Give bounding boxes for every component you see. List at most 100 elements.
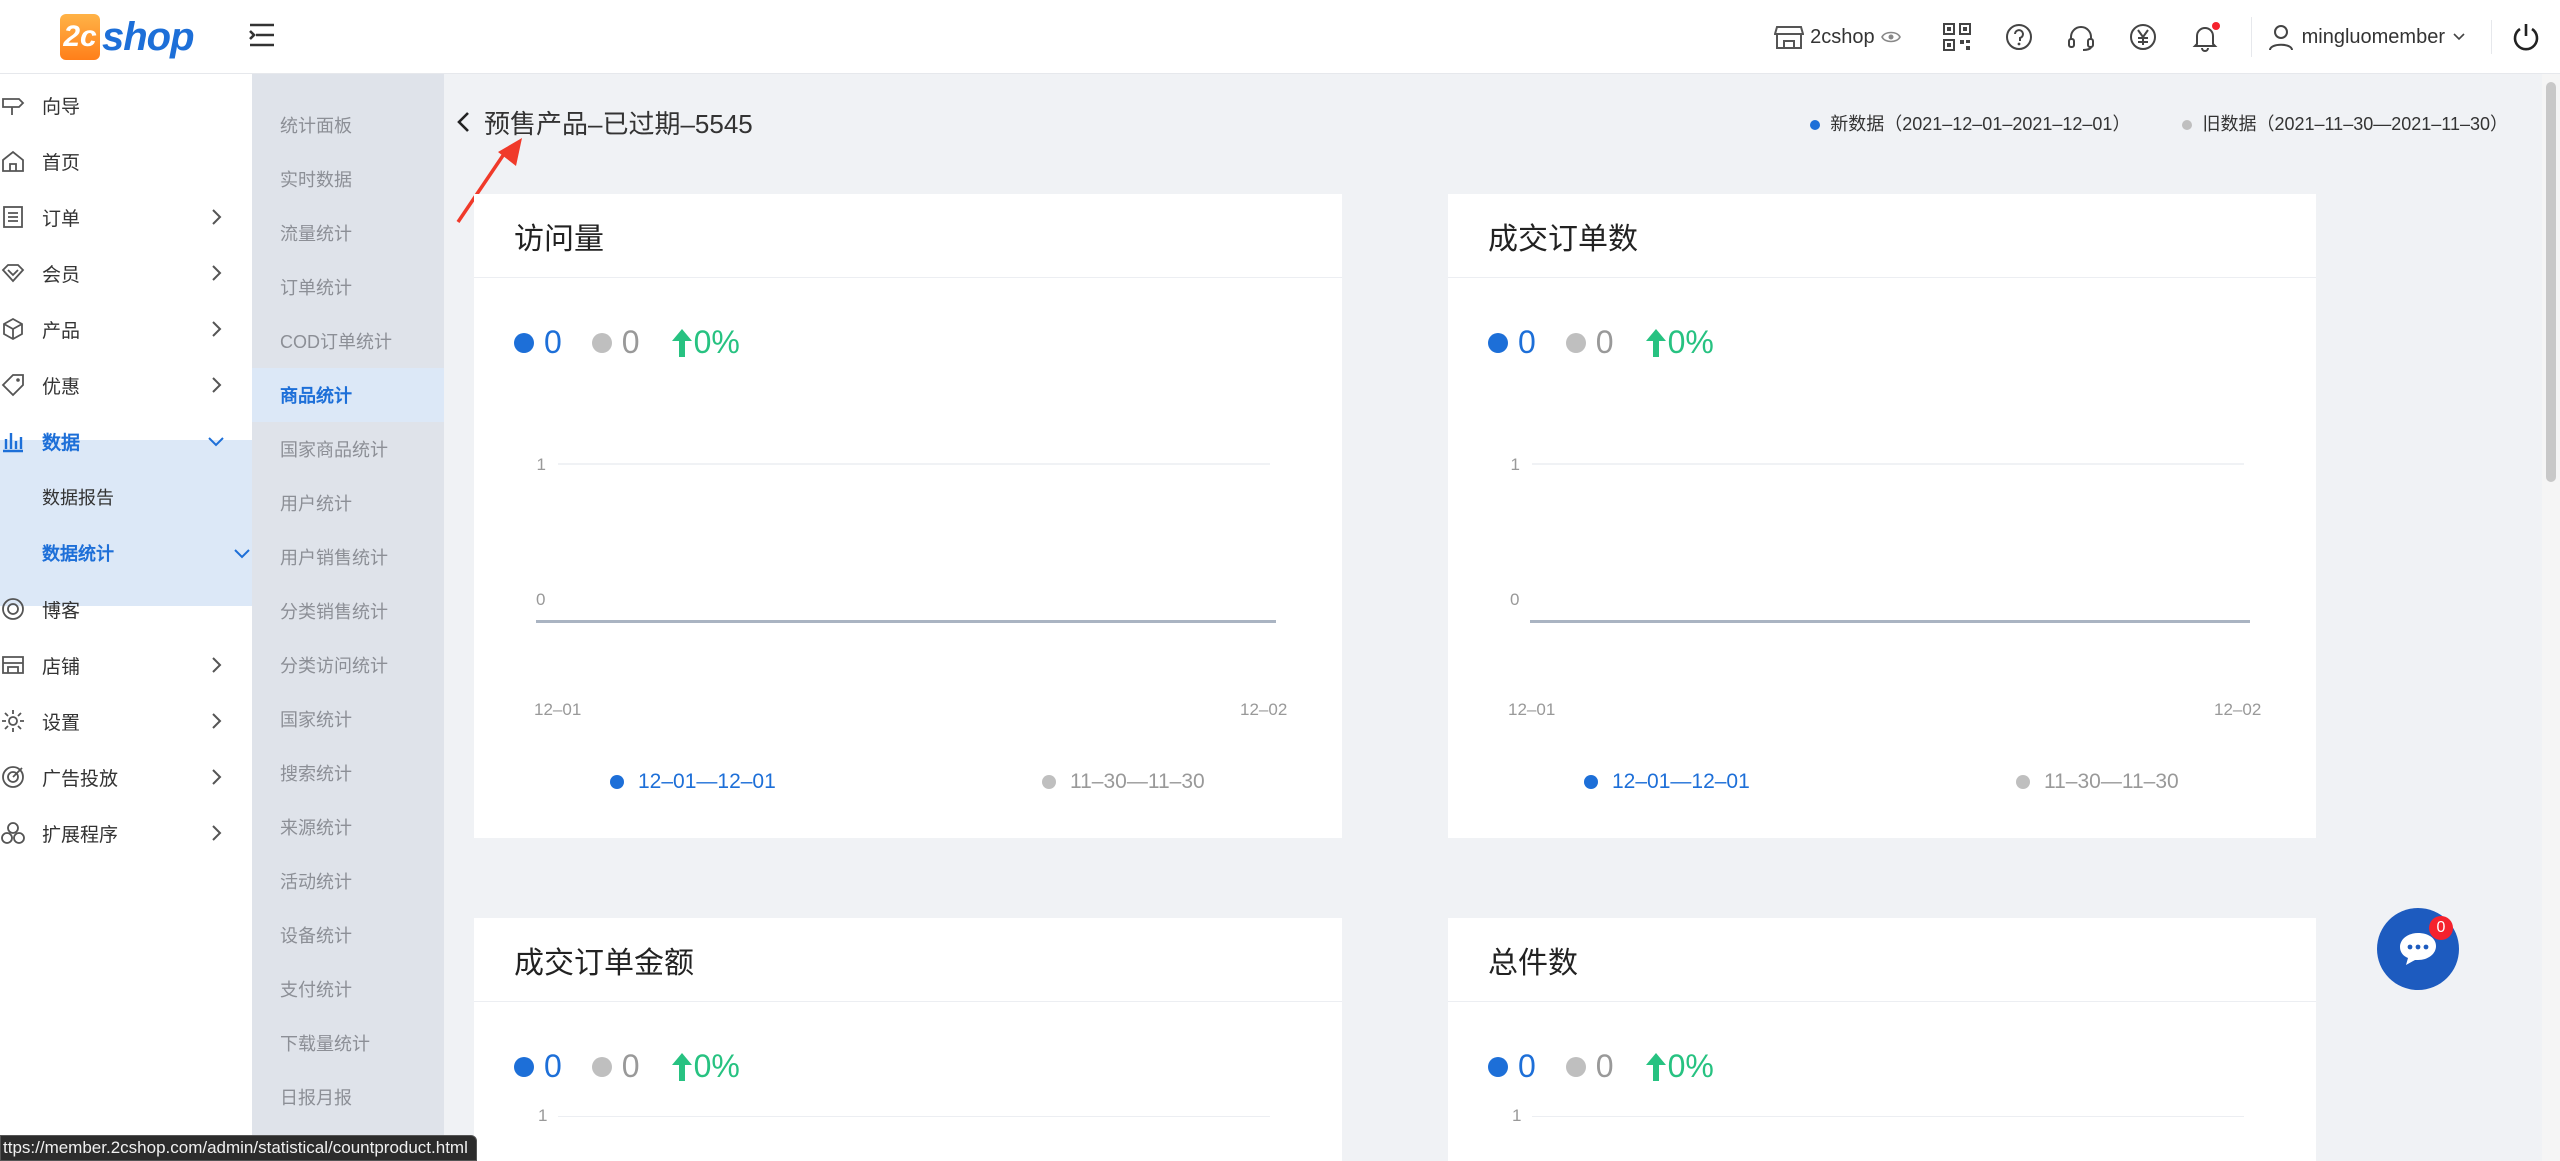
visits-card: 访问量 0 0 0% 1 0 12–01 12–02 12–01—12–01 1… xyxy=(474,194,1342,838)
sidebar-item-ads[interactable]: 广告投放 xyxy=(0,749,252,805)
sidebar-subitem-data-report[interactable]: 数据报告 xyxy=(42,469,114,525)
sidebar-item-home[interactable]: 首页 xyxy=(0,133,252,189)
chevron-down-icon xyxy=(2453,33,2465,41)
sidebar-item-orders[interactable]: 订单 xyxy=(0,189,252,245)
subnav-item[interactable]: 统计面板 xyxy=(252,98,444,152)
user-name: mingluomember xyxy=(2301,25,2445,48)
y-tick-top: 1 xyxy=(538,1106,548,1125)
user-menu[interactable]: mingluomember xyxy=(2250,17,2465,57)
y-tick-top: 1 xyxy=(1511,455,1520,474)
subnav-item[interactable]: 支付统计 xyxy=(252,962,444,1016)
page-title: 预售产品–已过期–5545 xyxy=(484,109,753,139)
new-dot xyxy=(514,1056,534,1077)
subnav-item[interactable]: 用户统计 xyxy=(252,476,444,530)
sidebar-item-label: 向导 xyxy=(42,96,81,118)
visits-line-chart: 1 xyxy=(537,455,1270,474)
y-tick-bottom: 0 xyxy=(1510,590,1520,609)
subnav-item[interactable]: 实时数据 xyxy=(252,152,444,206)
subnav-item[interactable]: 活动统计 xyxy=(252,854,444,908)
subnav-item[interactable]: 订单统计 xyxy=(252,260,444,314)
sidebar-item-label: 订单 xyxy=(42,208,81,230)
top-bar: 2c shop 2cshop mingluomember xyxy=(0,0,2560,74)
new-dot xyxy=(1488,1056,1508,1077)
sub-sidebar: 统计面板 实时数据 流量统计 订单统计 COD订单统计 商品统计 国家商品统计 … xyxy=(252,74,444,1161)
legend-old-data: 旧数据（2021–11–30—2021–11–30） xyxy=(2182,110,2508,136)
scrollbar-thumb[interactable] xyxy=(2546,82,2556,482)
sidebar-item-label: 会员 xyxy=(42,264,81,286)
legend-dot xyxy=(610,775,624,789)
store-icon xyxy=(1774,26,1805,49)
eye-icon[interactable] xyxy=(1880,30,1901,44)
sidebar-item-settings[interactable]: 设置 xyxy=(0,693,252,749)
chevron-right-icon xyxy=(212,825,222,841)
subnav-item[interactable]: 分类访问统计 xyxy=(252,638,444,692)
sidebar-item-members[interactable]: 会员 xyxy=(0,245,252,301)
main-content: 预售产品–已过期–5545 新数据（2021–12–01–2021–12–01）… xyxy=(444,74,2520,1161)
sidebar-item-blog[interactable]: 博客 xyxy=(0,581,252,637)
new-value: 0 xyxy=(544,1048,562,1084)
help-icon[interactable] xyxy=(2003,21,2035,53)
subnav-item[interactable]: 设备统计 xyxy=(252,908,444,962)
gear-icon xyxy=(0,708,26,734)
change-value: 0% xyxy=(1667,1048,1714,1084)
arrow-up-icon xyxy=(671,328,692,357)
target-icon xyxy=(0,764,26,790)
subnav-item[interactable]: 下载量统计 xyxy=(252,1016,444,1070)
shop-icon xyxy=(0,652,26,678)
chart-legend-old[interactable]: 11–30—11–30 xyxy=(2016,770,2179,794)
qrcode-icon[interactable] xyxy=(1941,21,1973,53)
subnav-item[interactable]: 用户销售统计 xyxy=(252,530,444,584)
sidebar-item-label: 优惠 xyxy=(42,376,81,398)
chart-legend-old[interactable]: 11–30—11–30 xyxy=(1042,770,1205,794)
orders-line-chart: 1 xyxy=(1511,455,2244,474)
subnav-item[interactable]: 来源统计 xyxy=(252,800,444,854)
chart-legend-new[interactable]: 12–01—12–01 xyxy=(610,770,776,794)
sidebar-item-guide[interactable]: 向导 xyxy=(0,77,252,133)
change-percent: 0% xyxy=(670,324,740,361)
subnav-item[interactable]: 国家商品统计 xyxy=(252,422,444,476)
sidebar-item-shop[interactable]: 店铺 xyxy=(0,637,252,693)
arrow-up-icon xyxy=(1645,328,1666,357)
chart-legend-new[interactable]: 12–01—12–01 xyxy=(1584,770,1750,794)
subnav-item[interactable]: 国家统计 xyxy=(252,692,444,746)
bell-icon[interactable] xyxy=(2189,21,2221,53)
tag-icon xyxy=(0,372,26,398)
sidebar-item-label: 广告投放 xyxy=(42,768,119,790)
subnav-item[interactable]: 日报月报 xyxy=(252,1070,444,1124)
shop-switcher[interactable]: 2cshop xyxy=(1774,23,1901,51)
sidebar-item-products[interactable]: 产品 xyxy=(0,301,252,357)
new-value: 0 xyxy=(1518,1048,1536,1084)
user-icon xyxy=(2268,25,2293,51)
menu-toggle-icon[interactable] xyxy=(248,20,276,50)
browser-status-url: ttps://member.2cshop.com/admin/statistic… xyxy=(0,1135,477,1161)
arrow-up-icon xyxy=(671,1052,692,1081)
subnav-item-active[interactable]: 商品统计 xyxy=(252,368,444,422)
sidebar-item-label: 扩展程序 xyxy=(42,824,119,846)
subnav-item[interactable]: COD订单统计 xyxy=(252,314,444,368)
logo[interactable]: 2c shop xyxy=(60,6,195,68)
yen-icon[interactable] xyxy=(2127,21,2159,53)
new-value: 0 xyxy=(544,324,562,360)
power-icon[interactable] xyxy=(2491,20,2544,54)
gridline xyxy=(1532,1116,2244,1117)
subnav-item[interactable]: 分类销售统计 xyxy=(252,584,444,638)
sidebar-item-extensions[interactable]: 扩展程序 xyxy=(0,805,252,861)
new-dot xyxy=(1488,332,1508,353)
headset-icon[interactable] xyxy=(2065,21,2097,53)
legend-dot xyxy=(1584,775,1598,789)
subnav-item[interactable]: 流量统计 xyxy=(252,206,444,260)
card-title: 总件数 xyxy=(1448,918,2316,1002)
sidebar-item-data[interactable]: 数据 xyxy=(0,413,252,469)
subnav-item[interactable]: 搜索统计 xyxy=(252,746,444,800)
new-dot xyxy=(514,332,534,353)
old-value: 0 xyxy=(1595,1048,1614,1084)
sidebar-item-promotions[interactable]: 优惠 xyxy=(0,357,252,413)
chat-button[interactable]: 0 xyxy=(2377,908,2459,990)
old-value: 0 xyxy=(621,1048,640,1084)
sidebar-subitem-data-stats[interactable]: 数据统计 xyxy=(42,525,252,581)
page-scrollbar[interactable] xyxy=(2542,74,2560,1161)
old-value: 0 xyxy=(621,324,640,360)
y-tick-bottom: 0 xyxy=(536,590,546,609)
back-arrow-icon[interactable] xyxy=(454,110,474,134)
box-icon xyxy=(0,316,26,342)
